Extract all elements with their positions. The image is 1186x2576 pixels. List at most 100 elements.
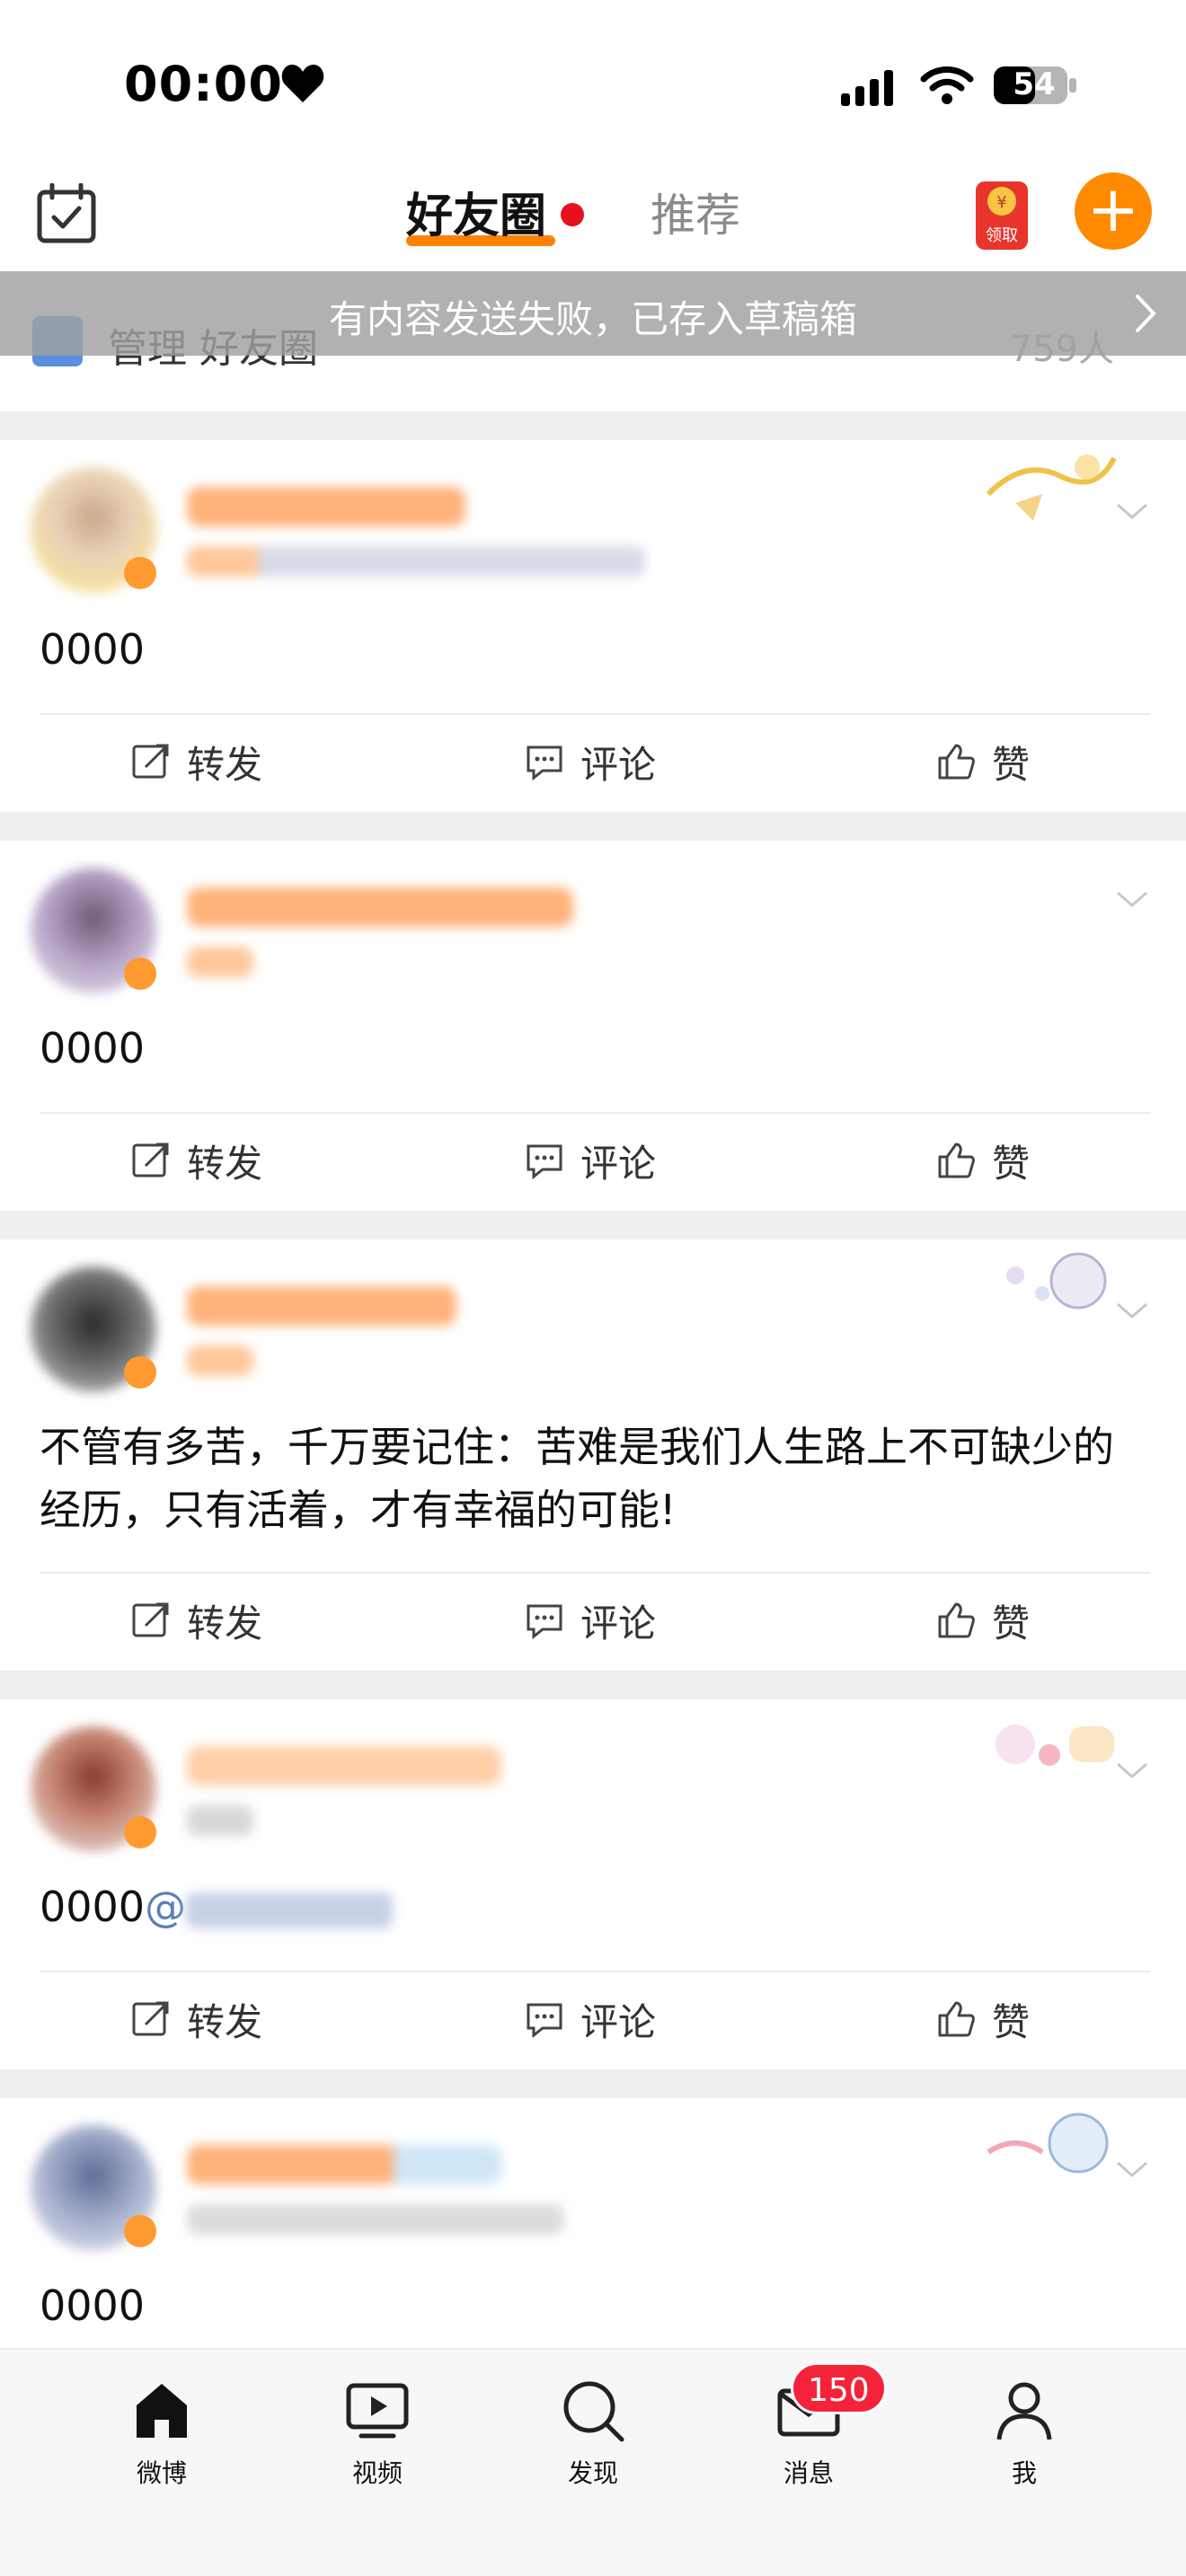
search-icon bbox=[563, 2381, 624, 2442]
post-text: 0000 bbox=[40, 2281, 146, 2330]
repost-label: 转发 bbox=[187, 1601, 263, 1645]
wifi-icon bbox=[920, 66, 974, 104]
repost-label: 转发 bbox=[187, 742, 263, 787]
like-label: 赞 bbox=[992, 742, 1031, 787]
comment-icon bbox=[527, 1144, 562, 1180]
top-header: 好友圈 推荐 ¥ 领取 + bbox=[0, 162, 1186, 271]
repost-icon bbox=[132, 1602, 169, 1637]
section-gap bbox=[0, 2069, 1186, 2098]
section-gap bbox=[0, 1671, 1186, 1699]
nav-label: 发现 bbox=[567, 2458, 618, 2488]
decoration-sticker-icon bbox=[987, 2113, 1109, 2174]
coupon-button[interactable]: ¥ 领取 bbox=[974, 176, 1030, 251]
chevron-down-icon[interactable] bbox=[1114, 1297, 1150, 1324]
avatar-badge bbox=[124, 1356, 156, 1389]
avatar-badge bbox=[124, 957, 156, 990]
username-redacted[interactable] bbox=[187, 887, 573, 927]
comment-label: 评论 bbox=[580, 1999, 657, 2044]
comment-icon bbox=[527, 1604, 562, 1640]
decoration-sticker-icon bbox=[996, 1725, 1114, 1766]
mention-redacted[interactable] bbox=[186, 1892, 394, 1928]
repost-icon bbox=[132, 1142, 169, 1178]
repost-button[interactable]: 转发 bbox=[131, 1134, 262, 1187]
feed-card[interactable]: 0000 转发 评论 赞 bbox=[0, 841, 1186, 1211]
post-meta-redacted bbox=[187, 947, 253, 977]
signal-icon bbox=[841, 70, 893, 106]
chevron-down-icon[interactable] bbox=[1114, 1757, 1150, 1784]
avatar-badge bbox=[124, 557, 156, 589]
divider bbox=[40, 1572, 1150, 1574]
section-gap bbox=[0, 1211, 1186, 1239]
username-redacted[interactable] bbox=[187, 487, 465, 526]
status-bar: 00:00 54 bbox=[0, 0, 1186, 162]
tab-friends-circle[interactable]: 好友圈 bbox=[406, 178, 546, 245]
post-text: 0000 bbox=[40, 1024, 146, 1072]
feed-card[interactable]: 0000 bbox=[0, 2098, 1186, 2348]
decoration-sticker-icon bbox=[986, 454, 1117, 521]
mention-link[interactable]: @ bbox=[145, 1883, 186, 1931]
comment-icon bbox=[527, 2003, 562, 2039]
comment-label: 评论 bbox=[580, 742, 657, 787]
repost-label: 转发 bbox=[187, 1141, 263, 1186]
comment-button[interactable]: 评论 bbox=[525, 1134, 656, 1187]
feed-card[interactable]: 不管有多苦，千万要记住：苦难是我们人生路上不可缺少的经历，只有活着，才有幸福的可… bbox=[0, 1239, 1186, 1671]
nav-label: 消息 bbox=[783, 2458, 834, 2488]
like-button[interactable]: 赞 bbox=[936, 1992, 1030, 2046]
repost-button[interactable]: 转发 bbox=[131, 1593, 262, 1647]
thumbs-up-icon bbox=[938, 1142, 975, 1178]
repost-label: 转发 bbox=[187, 1999, 263, 2044]
nav-weibo[interactable]: 微博 bbox=[90, 2377, 234, 2490]
chevron-right-icon bbox=[1136, 295, 1156, 332]
draft-toast[interactable]: 有内容发送失败，已存入草稿箱 bbox=[0, 271, 1186, 356]
comment-button[interactable]: 评论 bbox=[525, 1992, 656, 2046]
bottom-tab-bar: 微博 视频 发现 消息 我 150 bbox=[0, 2348, 1186, 2576]
username-redacted[interactable] bbox=[187, 2145, 501, 2184]
section-gap bbox=[0, 411, 1186, 440]
post-meta-redacted bbox=[187, 2204, 564, 2235]
username-redacted[interactable] bbox=[187, 1286, 456, 1326]
nav-video[interactable]: 视频 bbox=[305, 2377, 449, 2490]
post-text: 0000 bbox=[40, 625, 146, 674]
post-meta-redacted bbox=[187, 1345, 253, 1376]
thumbs-up-icon bbox=[938, 744, 975, 780]
divider bbox=[40, 1112, 1150, 1114]
feed-card[interactable]: 0000@ 转发 评论 赞 bbox=[0, 1699, 1186, 2069]
divider bbox=[40, 1971, 1150, 1972]
add-post-button[interactable]: + bbox=[1075, 172, 1152, 250]
thumbs-up-icon bbox=[938, 1602, 975, 1638]
comment-label: 评论 bbox=[580, 1601, 657, 1645]
feed-card[interactable]: 0000 转发 评论 赞 bbox=[0, 440, 1186, 812]
nav-me[interactable]: 我 bbox=[952, 2377, 1096, 2490]
post-meta-redacted bbox=[187, 1805, 253, 1836]
post-text-content: 0000 bbox=[40, 1883, 146, 1931]
message-count-badge: 150 bbox=[791, 2362, 887, 2414]
coupon-label: 领取 bbox=[986, 226, 1018, 245]
chevron-down-icon[interactable] bbox=[1114, 498, 1150, 525]
like-button[interactable]: 赞 bbox=[936, 1593, 1030, 1647]
nav-discover[interactable]: 发现 bbox=[521, 2377, 665, 2490]
nav-label: 微博 bbox=[136, 2458, 187, 2488]
battery-level: 54 bbox=[1013, 66, 1056, 102]
like-label: 赞 bbox=[992, 1141, 1031, 1186]
avatar-badge bbox=[124, 2215, 156, 2247]
repost-button[interactable]: 转发 bbox=[131, 1992, 262, 2046]
like-button[interactable]: 赞 bbox=[936, 1134, 1030, 1187]
avatar-badge bbox=[124, 1816, 156, 1848]
calendar-check-icon[interactable] bbox=[36, 183, 97, 244]
chevron-down-icon[interactable] bbox=[1114, 886, 1150, 913]
tab-recommend[interactable]: 推荐 bbox=[651, 180, 740, 244]
section-gap bbox=[0, 812, 1186, 841]
profile-icon bbox=[996, 2382, 1052, 2440]
decoration-sticker-icon bbox=[1006, 1252, 1107, 1310]
chevron-down-icon[interactable] bbox=[1114, 2156, 1150, 2183]
repost-button[interactable]: 转发 bbox=[131, 735, 262, 789]
post-meta-redacted bbox=[187, 546, 645, 577]
comment-button[interactable]: 评论 bbox=[525, 1593, 656, 1647]
repost-icon bbox=[132, 744, 169, 779]
comment-button[interactable]: 评论 bbox=[525, 735, 656, 789]
home-icon bbox=[137, 2384, 187, 2438]
username-redacted[interactable] bbox=[187, 1746, 501, 1786]
like-button[interactable]: 赞 bbox=[936, 735, 1030, 789]
status-time: 00:00 bbox=[124, 56, 283, 112]
post-text: 不管有多苦，千万要记住：苦难是我们人生路上不可缺少的经历，只有活着，才有幸福的可… bbox=[40, 1423, 1114, 1534]
